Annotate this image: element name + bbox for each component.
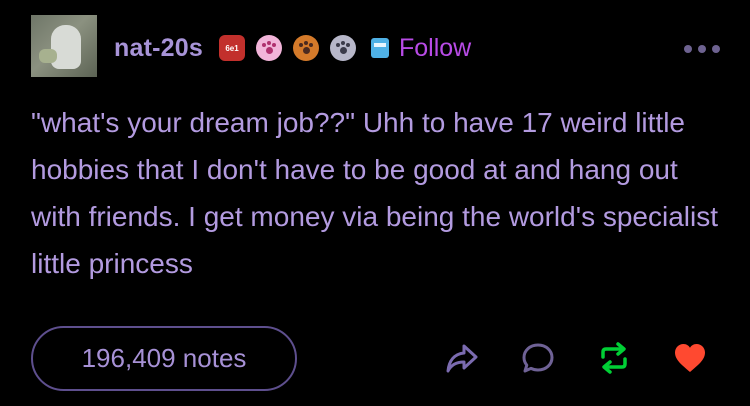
robot-badge-icon[interactable] bbox=[367, 35, 393, 61]
reply-icon[interactable] bbox=[520, 340, 556, 376]
pink-paw-badge-icon[interactable] bbox=[256, 35, 282, 61]
post-body-text: "what's your dream job??" Uhh to have 17… bbox=[31, 107, 719, 279]
username[interactable]: nat-20s bbox=[114, 34, 203, 63]
avatar-detail bbox=[39, 49, 57, 63]
orange-paw-badge-icon[interactable] bbox=[293, 35, 319, 61]
gray-paw-badge-icon[interactable] bbox=[330, 35, 356, 61]
follow-button[interactable]: Follow bbox=[399, 34, 471, 63]
d20-badge-icon[interactable]: 6e1 bbox=[219, 35, 245, 61]
reblog-icon[interactable] bbox=[596, 340, 632, 376]
avatar[interactable] bbox=[31, 15, 97, 77]
tumblr-post: nat-20s 6e1 Follow "what's your dream jo… bbox=[0, 0, 750, 406]
notes-count-button[interactable]: 196,409 notes bbox=[31, 326, 297, 391]
heart-icon[interactable] bbox=[672, 340, 708, 376]
share-icon[interactable] bbox=[444, 340, 480, 376]
more-options-icon[interactable] bbox=[684, 44, 720, 54]
avatar-figure bbox=[51, 25, 81, 69]
